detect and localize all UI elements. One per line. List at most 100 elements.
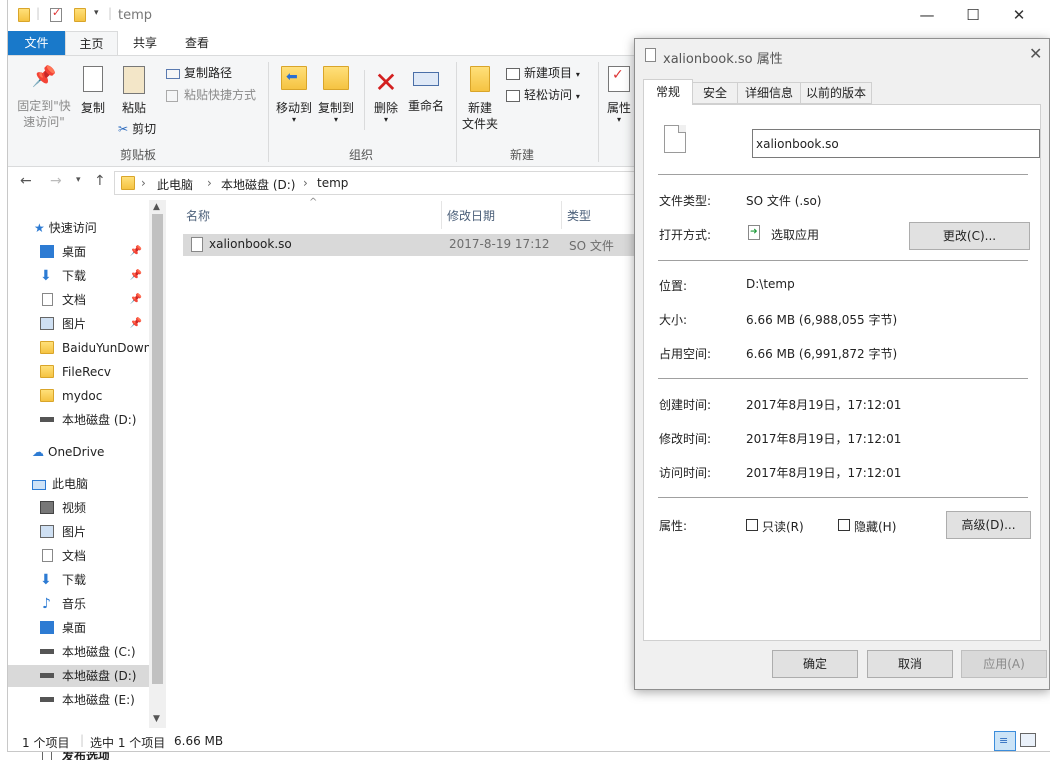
checkbox[interactable] [42,752,52,760]
pin-icon[interactable]: 📌 [130,241,142,263]
nav-item-downloads[interactable]: ⬇ 下载 📌 [40,265,148,287]
column-divider[interactable] [561,201,562,229]
pin-quick-access-label: 固定到"快速访问" [17,99,71,129]
dialog-tab-general[interactable]: 常规 [643,79,693,105]
breadcrumb-this-pc[interactable]: 此电脑 [157,176,193,193]
nav-label: 本地磁盘 (E:) [62,693,135,707]
copy-button[interactable]: 复制 [76,66,110,116]
minimize-button[interactable]: — [904,4,950,28]
readonly-label[interactable]: 只读(R) [762,518,804,535]
table-row[interactable]: xalionbook.so 2017-8-19 17:12 SO 文件 [183,234,643,256]
dialog-tab-details[interactable]: 详细信息 [737,82,801,104]
nav-item-desktop[interactable]: 桌面 📌 [40,241,148,263]
file-icon [645,48,656,62]
hidden-label[interactable]: 隐藏(H) [854,518,896,535]
hidden-checkbox[interactable] [838,519,850,531]
up-arrow-icon[interactable]: ↑ [94,173,106,189]
column-header-name[interactable]: 名称 [186,207,210,224]
size-label: 大小: [659,313,688,327]
readonly-checkbox[interactable] [746,519,758,531]
column-divider[interactable] [441,201,442,229]
tab-home[interactable]: 主页 [65,31,118,56]
dialog-tab-security[interactable]: 安全 [692,82,738,104]
pin-quick-access-button[interactable]: 📌 固定到"快速访问" [12,66,76,130]
file-type-cell: SO 文件 [569,239,614,253]
ok-button[interactable]: 确定 [772,650,858,678]
delete-button[interactable]: ✕ 删除 ▾ [370,66,402,124]
new-folder-button[interactable]: 新建 文件夹 [460,66,500,132]
address-bar[interactable]: › 此电脑 › 本地磁盘 (D:) › temp [114,171,674,195]
rename-button[interactable]: 重命名 [406,66,446,114]
paste-shortcut-button[interactable]: 粘贴快捷方式 [166,86,256,104]
pin-icon[interactable]: 📌 [130,289,142,311]
paste-shortcut-icon [166,89,178,102]
details-view-button[interactable]: ≡ [994,731,1016,751]
forward-arrow-icon[interactable]: → [50,173,62,189]
nav-onedrive[interactable]: ☁ OneDrive [32,441,104,463]
change-button[interactable]: 更改(C)... [909,222,1030,250]
tab-file[interactable]: 文件 [8,31,65,56]
breadcrumb-chevron-icon[interactable]: › [207,176,212,190]
cut-button[interactable]: ✂ 剪切 [118,120,156,138]
breadcrumb-temp[interactable]: temp [317,176,348,190]
close-button[interactable]: ✕ [996,4,1042,28]
copy-to-button[interactable]: 复制到 ▾ [316,66,356,124]
tab-view[interactable]: 查看 [172,31,222,56]
folder-icon [40,389,54,402]
nav-label: BaiduYunDown [62,341,152,355]
scissors-icon: ✂ [118,122,129,136]
breadcrumb-drive-d[interactable]: 本地磁盘 (D:) [221,176,295,193]
cut-label: 剪切 [132,122,157,136]
drive-icon [40,649,54,654]
move-to-button[interactable]: ⬅ 移动到 ▾ [274,66,314,124]
apply-button[interactable]: 应用(A) [961,650,1047,678]
customize-toolbar-chevron-icon[interactable]: ▾ [94,8,99,18]
download-arrow-icon: ⬇ [40,572,52,588]
pin-icon[interactable]: 📌 [130,265,142,287]
nav-scrollbar[interactable]: ▲ ▼ [149,200,166,728]
scroll-down-icon[interactable]: ▼ [153,714,160,724]
breadcrumb-chevron-icon[interactable]: › [303,176,308,190]
dialog-title: xalionbook.so 属性 [663,52,783,67]
nav-item-drive-d[interactable]: 本地磁盘 (D:) [8,665,149,687]
file-name-field[interactable] [752,129,1040,158]
nav-this-pc[interactable]: 此电脑 [32,473,88,495]
status-item-count: 1 个项目 [22,736,70,750]
cancel-button[interactable]: 取消 [867,650,953,678]
tab-share[interactable]: 共享 [120,31,170,56]
new-folder-quick-icon[interactable] [74,8,86,22]
location-value: D:\temp [746,277,795,291]
pin-icon[interactable]: 📌 [130,313,142,335]
copy-path-button[interactable]: 复制路径 [166,64,232,82]
dialog-close-icon[interactable]: ✕ [1029,44,1042,63]
back-arrow-icon[interactable]: ← [20,173,32,189]
scrollbar-thumb[interactable] [152,214,163,684]
paste-shortcut-label: 粘贴快捷方式 [184,88,257,102]
properties-button[interactable]: ✓ 属性 ▾ [602,66,636,124]
nav-item-pictures[interactable]: 图片 📌 [40,313,148,335]
nav-quick-access[interactable]: ★ 快速访问 [34,217,97,239]
column-header-type[interactable]: 类型 [567,207,591,224]
file-list: ^ 名称 修改日期 类型 xalionbook.so 2017-8-19 17:… [173,197,643,729]
computer-icon [32,479,46,490]
nav-label: 视频 [62,501,87,515]
new-item-button[interactable]: 新建项目 ▾ [506,64,580,82]
breadcrumb-chevron-icon[interactable]: › [141,176,146,190]
scroll-up-icon[interactable]: ▲ [153,202,160,212]
easy-access-button[interactable]: 轻松访问 ▾ [506,86,580,104]
dropdown-arrow-icon: ▾ [291,115,296,124]
video-icon [40,501,54,514]
status-selected-count: 选中 1 个项目 [90,736,166,750]
nav-label: 快速访问 [48,221,97,235]
music-note-icon: ♪ [42,596,51,612]
column-header-modified[interactable]: 修改日期 [447,207,495,224]
paste-button[interactable]: 粘贴 [114,66,154,116]
nav-item-documents[interactable]: 文档 📌 [40,289,148,311]
maximize-button[interactable]: ☐ [950,4,996,28]
advanced-button[interactable]: 高级(D)... [946,511,1031,539]
recent-locations-chevron-icon[interactable]: ▾ [76,175,81,185]
dialog-tab-previous-versions[interactable]: 以前的版本 [800,82,872,104]
properties-quick-icon[interactable]: ✓ [50,6,62,22]
large-icons-view-button[interactable] [1020,733,1036,747]
folder-icon [18,8,30,22]
